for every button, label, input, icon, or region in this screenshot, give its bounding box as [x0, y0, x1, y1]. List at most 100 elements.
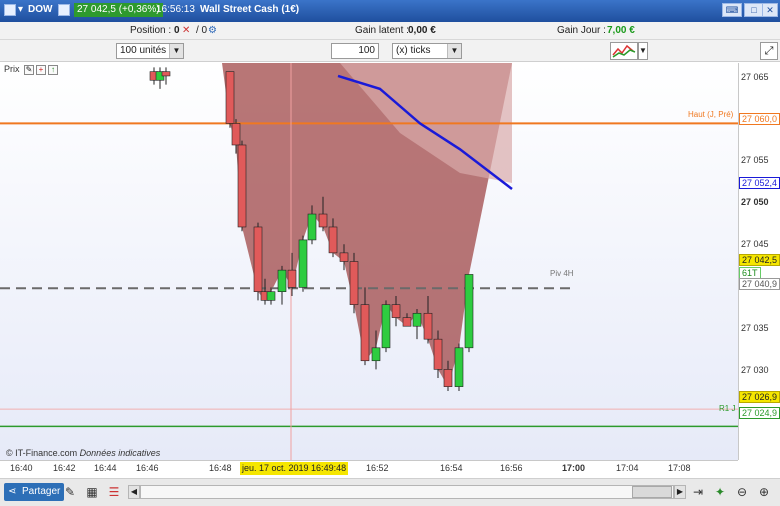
candle-down — [237, 144, 247, 228]
close-icon[interactable]: ✕ — [762, 3, 778, 17]
calculator-icon[interactable]: ▦ — [84, 484, 100, 500]
scroll-right-icon[interactable]: ▶ — [674, 485, 686, 499]
y-tick: 27 065 — [741, 72, 769, 82]
maximize-icon[interactable]: □ — [744, 3, 764, 17]
price-chart[interactable] — [0, 63, 738, 460]
ticks-unit-select[interactable]: (x) ticks ▼ — [392, 43, 462, 59]
orders-list-icon[interactable]: ☰ — [106, 484, 122, 500]
gain-latent-label: Gain latent : — [355, 25, 409, 36]
chevron-down-icon[interactable]: ▼ — [169, 44, 183, 58]
x-tick: 16:42 — [53, 463, 76, 473]
close-position-icon[interactable]: ✕ — [182, 25, 190, 36]
zoom-out-icon[interactable]: ⊖ — [734, 484, 750, 500]
candle-down — [318, 213, 328, 228]
x-tick: 16:56 — [500, 463, 523, 473]
y-tick: 27 050 — [741, 197, 769, 207]
position-value: 0 — [174, 25, 180, 36]
share-label: Partager — [22, 486, 61, 497]
haut-label: Haut (J, Pré) — [688, 110, 734, 119]
candle-down — [287, 269, 297, 288]
ma-price-box: 27 052,4 — [739, 177, 780, 189]
gain-jour-value: 7,00 € — [607, 25, 635, 36]
horizontal-scrollbar[interactable] — [140, 485, 674, 499]
y-tick: 27 055 — [741, 155, 769, 165]
position-label: Position : — [130, 25, 172, 36]
price-chip: 27 042,5 (+0,36%) — [74, 3, 163, 17]
units-select[interactable]: 100 unités ▼ — [116, 43, 184, 59]
source-label: © IT-Finance.com — [6, 448, 78, 458]
ticks-input[interactable]: 100 — [331, 43, 379, 59]
pivot-price-box: 27 040,9 — [739, 278, 780, 290]
ticks-unit-value: (x) ticks — [396, 45, 431, 56]
share-icon: ⋖ — [8, 486, 17, 497]
add-indicator-icon[interactable]: + — [36, 65, 46, 75]
gain-jour-label: Gain Jour : — [557, 25, 606, 36]
x-tick: 16:44 — [94, 463, 117, 473]
candle-up — [381, 304, 391, 349]
candle-down — [423, 312, 433, 340]
candle-up — [277, 269, 287, 293]
candle-down — [443, 369, 453, 387]
x-tick: 16:54 — [440, 463, 463, 473]
candle-down — [433, 338, 443, 370]
title-bar: ▾ DOW 27 042,5 (+0,36%) 16:56:13 Wall St… — [0, 0, 780, 22]
candle-up — [298, 239, 308, 288]
indicators-icon[interactable] — [610, 42, 638, 60]
scroll-left-icon[interactable]: ◀ — [128, 485, 140, 499]
candle-down — [391, 304, 401, 318]
chevron-down-icon[interactable]: ▼ — [638, 42, 648, 60]
trading-window: ▾ DOW 27 042,5 (+0,36%) 16:56:13 Wall St… — [0, 0, 780, 506]
clock-time: 16:56:13 — [156, 4, 195, 15]
bottom-toolbar: ⋖ Partager ✎ ▦ ☰ ◀ ▶ ⇥ ✦ ⊖ ⊕ — [0, 478, 780, 506]
position-separator: / 0 — [196, 25, 208, 36]
price-chart-canvas — [0, 63, 738, 460]
zoom-in-icon[interactable]: ⊕ — [756, 484, 772, 500]
x-tick: 16:46 — [136, 463, 159, 473]
x-tick: 16:48 — [209, 463, 232, 473]
autoscroll-icon[interactable]: ⇥ — [690, 484, 706, 500]
disclaimer-label: Données indicatives — [79, 448, 161, 458]
gain-latent-value: 0,00 € — [408, 25, 436, 36]
candle-down — [328, 226, 338, 254]
cursor-time-label: jeu. 17 oct. 2019 16:49:48 — [240, 462, 349, 475]
y-tick: 27 045 — [741, 239, 769, 249]
candle-up — [266, 291, 276, 301]
scrollbar-thumb[interactable] — [632, 486, 672, 498]
data-source-note: © IT-Finance.com Données indicatives — [6, 448, 160, 458]
symbol-label[interactable]: DOW — [28, 4, 52, 15]
x-tick: 16:40 — [10, 463, 33, 473]
candle-down — [231, 123, 241, 146]
instrument-name: Wall Street Cash (1€) — [200, 4, 300, 15]
ruler-icon[interactable]: ✦ — [712, 484, 728, 500]
expand-icon[interactable]: ⤢ — [760, 42, 778, 60]
r1-label: R1 J — [719, 404, 736, 413]
keyboard-icon[interactable]: ⌨ — [722, 3, 742, 17]
drawing-tools-icon[interactable]: ✎ — [62, 484, 78, 500]
wrench-icon[interactable]: ✎ — [24, 65, 34, 75]
x-tick: 17:08 — [668, 463, 691, 473]
pivot-label: Piv 4H — [550, 269, 574, 278]
cursor-price-box: 27 026,9 — [739, 391, 780, 403]
chevron-down-icon[interactable]: ▼ — [447, 44, 461, 58]
orders-icon[interactable]: ⚙ — [208, 25, 217, 36]
position-info-bar: Position : 0 ✕ / 0 ⚙ Gain latent : 0,00 … — [0, 22, 780, 40]
candle-up — [307, 213, 317, 241]
instrument-info-icon[interactable] — [58, 4, 70, 16]
candle-up — [464, 274, 474, 349]
controls-bar: 100 unités ▼ 100 (x) ticks ▼ — [0, 40, 780, 62]
candle-down — [402, 317, 412, 327]
units-select-value: 100 unités — [120, 45, 167, 56]
r1-price-box: 27 024,9 — [739, 407, 780, 419]
y-tick: 27 030 — [741, 365, 769, 375]
share-button[interactable]: ⋖ Partager — [4, 483, 65, 501]
chart-type-icon[interactable] — [4, 4, 16, 16]
x-tick: 16:52 — [366, 463, 389, 473]
candle-up — [454, 347, 464, 387]
dropdown-arrow-icon[interactable]: ▾ — [18, 4, 23, 15]
candle-down — [360, 304, 370, 362]
candle-down — [339, 252, 349, 262]
prix-label: Prix — [4, 64, 20, 74]
candle-up — [371, 347, 381, 362]
x-tick: 17:04 — [616, 463, 639, 473]
move-up-icon[interactable]: ↑ — [48, 65, 58, 75]
